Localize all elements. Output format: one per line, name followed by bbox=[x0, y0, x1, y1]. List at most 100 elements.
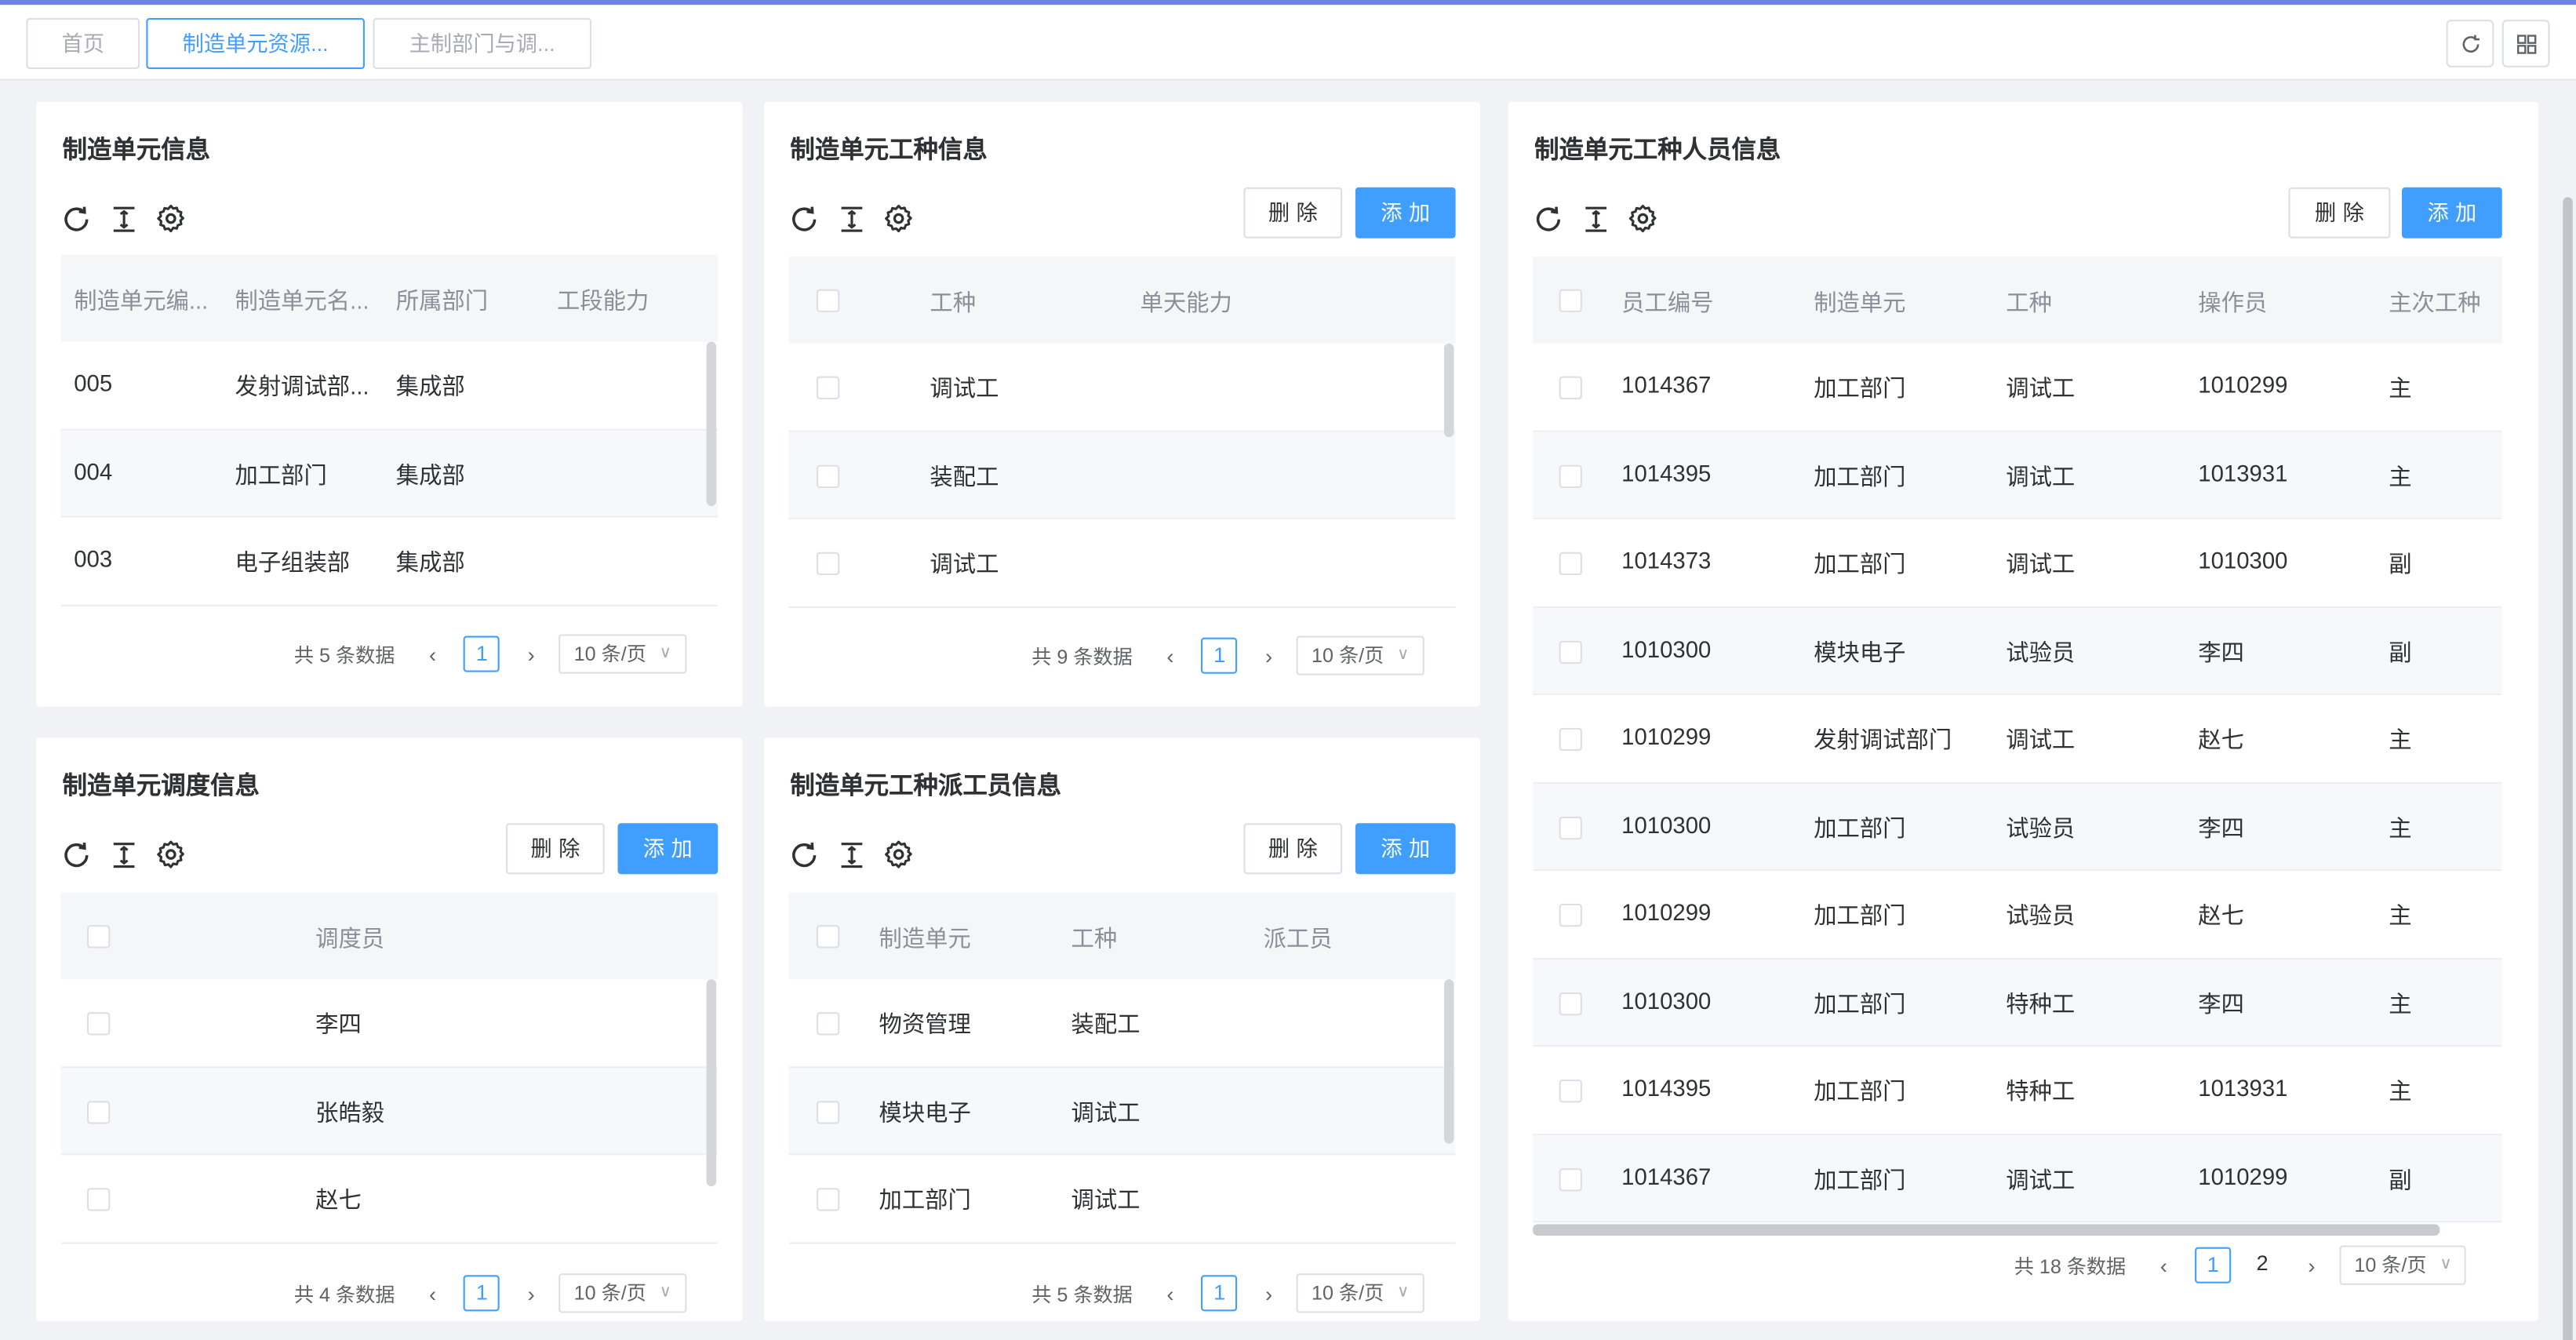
refresh-button[interactable] bbox=[59, 202, 92, 235]
table-row[interactable]: 李四 bbox=[60, 979, 719, 1068]
refresh-tab-button[interactable] bbox=[2446, 20, 2494, 67]
add-button[interactable]: 添加 bbox=[1355, 187, 1456, 239]
select-all-checkbox[interactable] bbox=[1559, 289, 1582, 312]
row-checkbox[interactable] bbox=[1559, 464, 1582, 487]
select-all-checkbox[interactable] bbox=[87, 925, 111, 949]
vertical-scrollbar[interactable] bbox=[706, 979, 717, 1187]
table-row[interactable]: 1014395 加工部门 特种工 1013931 主 bbox=[1533, 1047, 2502, 1135]
table-row[interactable]: 调试工 bbox=[788, 344, 1456, 431]
prev-page-button[interactable]: ‹ bbox=[1152, 643, 1188, 668]
row-checkbox[interactable] bbox=[87, 1188, 111, 1211]
row-checkbox[interactable] bbox=[1559, 815, 1582, 839]
density-button[interactable] bbox=[835, 838, 868, 871]
page-size-select[interactable]: 10 条/页 ∨ bbox=[1297, 635, 1424, 675]
table-row[interactable]: 装配工 bbox=[788, 431, 1456, 519]
delete-button[interactable]: 删除 bbox=[506, 823, 605, 875]
page-number-current[interactable]: 1 bbox=[2195, 1247, 2232, 1284]
row-checkbox[interactable] bbox=[1559, 991, 1582, 1015]
row-checkbox[interactable] bbox=[816, 1100, 840, 1123]
delete-button[interactable]: 删除 bbox=[1243, 823, 1343, 875]
table-row[interactable]: 1010299 加工部门 试验员 赵七 主 bbox=[1533, 871, 2502, 959]
row-checkbox[interactable] bbox=[816, 1188, 840, 1211]
table-row[interactable]: 003 电子组装部 集成部 bbox=[60, 518, 719, 606]
settings-button[interactable] bbox=[1626, 202, 1659, 235]
row-checkbox[interactable] bbox=[1559, 727, 1582, 752]
select-all-checkbox[interactable] bbox=[816, 925, 840, 949]
row-checkbox[interactable] bbox=[816, 464, 840, 487]
page-number-current[interactable]: 1 bbox=[464, 1275, 500, 1312]
prev-page-button[interactable]: ‹ bbox=[2145, 1253, 2181, 1277]
next-page-button[interactable]: › bbox=[1251, 643, 1287, 668]
table-row[interactable]: 1010299 发射调试部门 调试工 赵七 主 bbox=[1533, 695, 2502, 783]
density-button[interactable] bbox=[835, 202, 868, 235]
table-row[interactable]: 1010300 加工部门 特种工 李四 主 bbox=[1533, 959, 2502, 1047]
refresh-button[interactable] bbox=[787, 838, 820, 871]
table-row[interactable]: 1014395 加工部门 调试工 1013931 主 bbox=[1533, 431, 2502, 519]
settings-button[interactable] bbox=[155, 202, 187, 235]
vertical-scrollbar[interactable] bbox=[1443, 343, 1454, 438]
row-checkbox[interactable] bbox=[1559, 1080, 1582, 1103]
page-scrollbar-thumb[interactable] bbox=[2563, 197, 2573, 1340]
row-checkbox[interactable] bbox=[1559, 552, 1582, 576]
refresh-button[interactable] bbox=[1531, 202, 1564, 235]
table-row[interactable]: 调试工 bbox=[788, 519, 1456, 607]
refresh-button[interactable] bbox=[787, 202, 820, 235]
table-row[interactable]: 加工部门 调试工 bbox=[788, 1155, 1456, 1244]
page-size-select[interactable]: 10 条/页 ∨ bbox=[2339, 1245, 2467, 1285]
density-button[interactable] bbox=[107, 838, 140, 871]
next-page-button[interactable]: › bbox=[513, 642, 549, 666]
table-row[interactable]: 张皓毅 bbox=[60, 1067, 719, 1156]
table-row[interactable]: 1010300 加工部门 试验员 李四 主 bbox=[1533, 782, 2502, 872]
horizontal-scrollbar[interactable] bbox=[1533, 1224, 2440, 1236]
settings-button[interactable] bbox=[882, 202, 915, 235]
row-checkbox[interactable] bbox=[87, 1012, 111, 1036]
tab-dept-dispatch[interactable]: 主制部门与调... bbox=[373, 18, 591, 69]
tab-home[interactable]: 首页 bbox=[26, 18, 140, 69]
vertical-scrollbar[interactable] bbox=[1443, 979, 1454, 1144]
tab-unit-resource[interactable]: 制造单元资源... bbox=[146, 18, 365, 69]
row-checkbox[interactable] bbox=[816, 552, 840, 576]
page-number-current[interactable]: 1 bbox=[1201, 637, 1238, 674]
add-button[interactable]: 添加 bbox=[2402, 187, 2502, 239]
prev-page-button[interactable]: ‹ bbox=[415, 642, 451, 666]
next-page-button[interactable]: › bbox=[1251, 1281, 1287, 1305]
table-row[interactable]: 005 发射调试部... 集成部 bbox=[60, 342, 719, 430]
vertical-scrollbar[interactable] bbox=[706, 341, 717, 507]
row-checkbox[interactable] bbox=[816, 376, 840, 399]
row-checkbox[interactable] bbox=[87, 1100, 111, 1123]
table-row[interactable]: 004 加工部门 集成部 bbox=[60, 429, 719, 518]
table-row[interactable]: 1014367 加工部门 调试工 1010299 主 bbox=[1533, 344, 2502, 431]
delete-button[interactable]: 删除 bbox=[2288, 187, 2391, 239]
prev-page-button[interactable]: ‹ bbox=[1152, 1281, 1188, 1305]
table-row[interactable]: 模块电子 调试工 bbox=[788, 1067, 1456, 1156]
page-size-select[interactable]: 10 条/页 ∨ bbox=[558, 1273, 686, 1313]
prev-page-button[interactable]: ‹ bbox=[415, 1281, 451, 1305]
row-checkbox[interactable] bbox=[1559, 376, 1582, 399]
delete-button[interactable]: 删除 bbox=[1243, 187, 1343, 239]
row-checkbox[interactable] bbox=[816, 1012, 840, 1036]
select-all-checkbox[interactable] bbox=[816, 289, 840, 312]
density-button[interactable] bbox=[1579, 202, 1612, 235]
density-button[interactable] bbox=[107, 202, 140, 235]
add-button[interactable]: 添加 bbox=[617, 823, 719, 875]
page-size-select[interactable]: 10 条/页 ∨ bbox=[1297, 1273, 1424, 1313]
fullscreen-button[interactable] bbox=[2501, 20, 2550, 67]
next-page-button[interactable]: › bbox=[2294, 1253, 2330, 1277]
page-number-current[interactable]: 1 bbox=[1201, 1275, 1238, 1312]
row-checkbox[interactable] bbox=[1559, 639, 1582, 664]
row-checkbox[interactable] bbox=[1559, 1167, 1582, 1191]
settings-button[interactable] bbox=[155, 838, 187, 871]
table-row[interactable]: 1014373 加工部门 调试工 1010300 副 bbox=[1533, 519, 2502, 607]
next-page-button[interactable]: › bbox=[513, 1281, 549, 1305]
table-row[interactable]: 1010300 模块电子 试验员 李四 副 bbox=[1533, 606, 2502, 695]
table-row[interactable]: 物资管理 装配工 bbox=[788, 979, 1456, 1068]
row-checkbox[interactable] bbox=[1559, 903, 1582, 927]
page-number-current[interactable]: 1 bbox=[464, 635, 500, 672]
page-size-select[interactable]: 10 条/页 ∨ bbox=[558, 634, 686, 674]
add-button[interactable]: 添加 bbox=[1355, 823, 1456, 875]
table-row[interactable]: 1014367 加工部门 调试工 1010299 副 bbox=[1533, 1134, 2502, 1223]
settings-button[interactable] bbox=[882, 838, 915, 871]
refresh-button[interactable] bbox=[59, 838, 92, 871]
table-row[interactable]: 赵七 bbox=[60, 1155, 719, 1244]
page-number-2[interactable]: 2 bbox=[2244, 1247, 2280, 1284]
